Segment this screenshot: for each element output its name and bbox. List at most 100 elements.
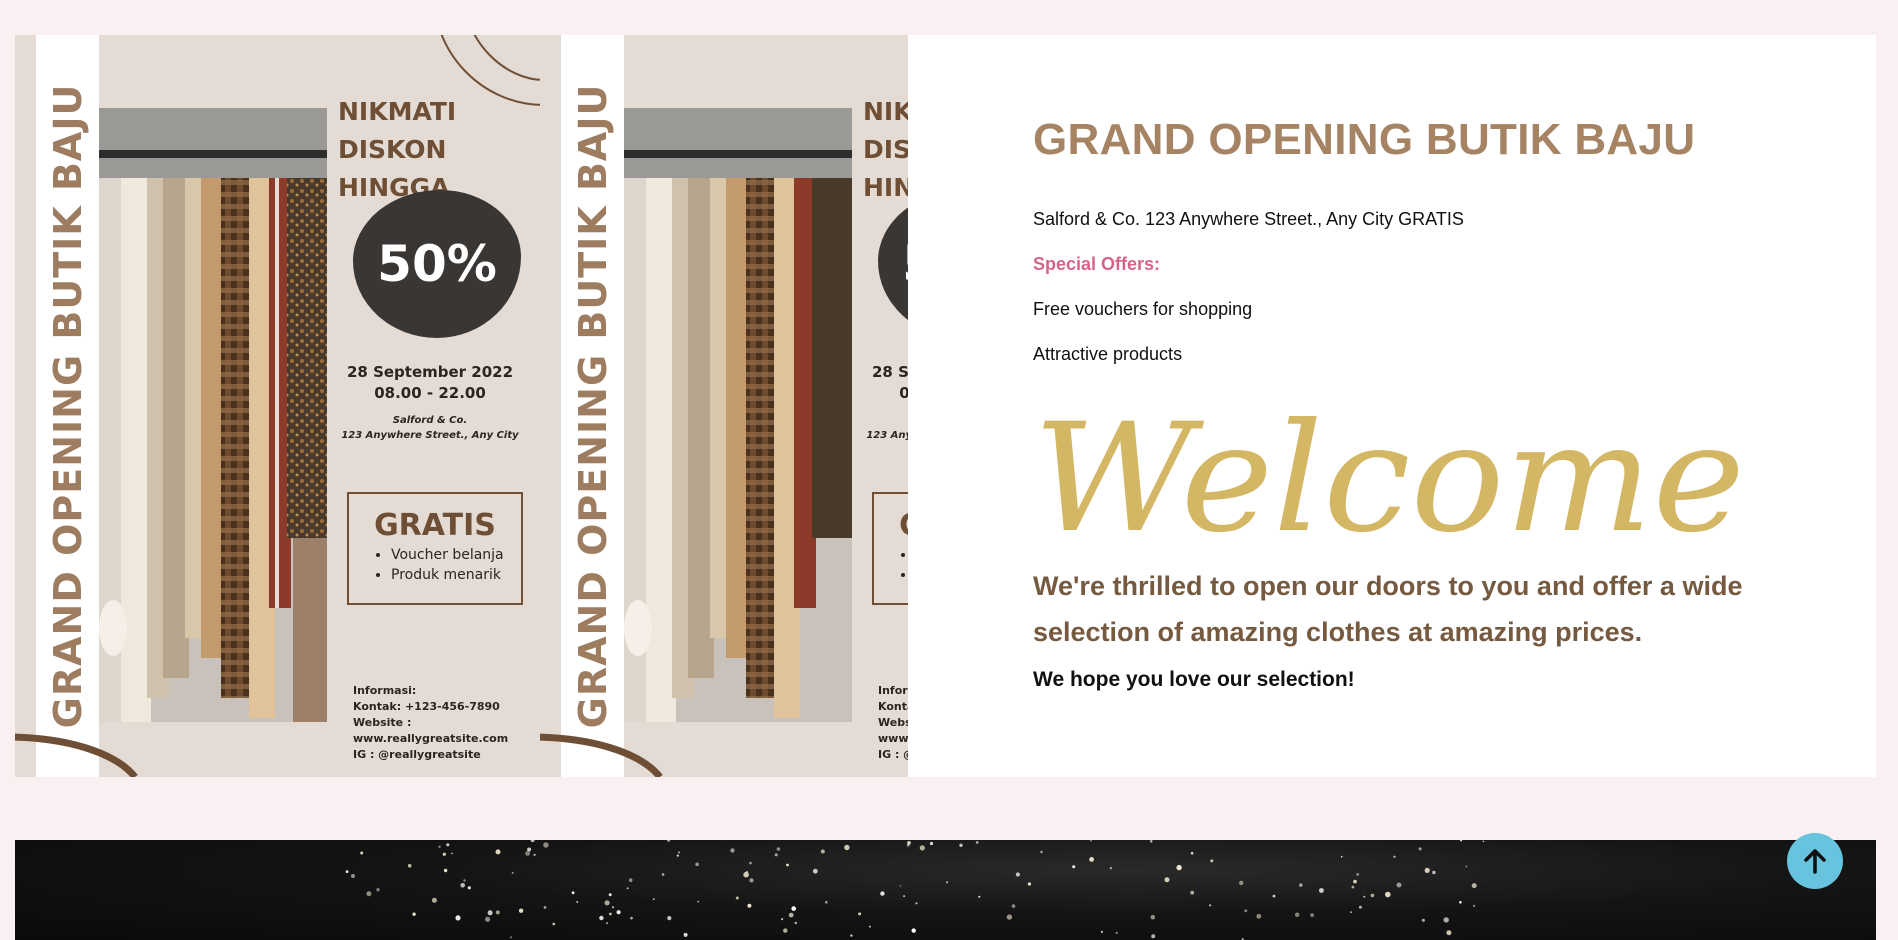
sparkle <box>543 906 547 909</box>
discount-value: 50% <box>377 235 497 293</box>
info-line: IG : @reallygreatsite <box>353 748 481 761</box>
flyer-promo-text: NIKMATI DISKON HINGGA <box>863 93 908 207</box>
clothing-rack-photo <box>624 108 852 722</box>
sparkle <box>683 932 688 937</box>
sparkle <box>1295 912 1300 917</box>
sparkle <box>351 874 355 878</box>
sparkle <box>1150 914 1156 920</box>
flyer-info: Informasi: Kontak: +123-456-7890 Website… <box>878 683 908 763</box>
discount-value: 50% <box>902 235 908 293</box>
info-line: Kontak: +123-456-7890 <box>353 700 500 713</box>
sparkle <box>1370 893 1375 898</box>
discount-badge: 50% <box>878 190 908 338</box>
sparkle <box>697 900 700 903</box>
sparkle <box>666 840 671 842</box>
sparkle <box>661 873 665 876</box>
sparkle <box>791 906 796 911</box>
sparkle <box>820 849 825 854</box>
sparkle <box>446 843 450 847</box>
sparkle <box>868 925 871 928</box>
sparkle <box>1190 851 1194 855</box>
sparkle <box>1350 911 1352 914</box>
sparkle <box>812 868 818 874</box>
sparkle <box>1432 870 1436 875</box>
sparkle <box>1418 847 1422 851</box>
sparkle <box>345 870 349 873</box>
sparkle <box>1465 865 1468 868</box>
sparkle <box>412 912 416 916</box>
sparkle <box>1040 850 1043 854</box>
sparkle <box>783 928 788 933</box>
sparkle <box>1299 883 1303 887</box>
flyer-info: Informasi: Kontak: +123-456-7890 Website… <box>353 683 508 763</box>
event-date: 28 September 2022 <box>871 363 908 381</box>
gratis-title: GRATIS <box>374 508 496 543</box>
info-line: Website : <box>353 716 412 729</box>
promo-line-1: NIKMATI <box>863 97 908 126</box>
special-offers-label: Special Offers: <box>1033 254 1161 274</box>
sparkle <box>525 851 530 856</box>
venue-address: 123 Anywhere Street., Any City <box>341 430 519 441</box>
sparkle <box>616 910 621 915</box>
sparkle <box>929 841 934 846</box>
sparkle <box>1340 855 1343 858</box>
page-title: GRAND OPENING BUTIK BAJU <box>1033 115 1696 164</box>
sparkle <box>543 842 549 848</box>
sparkle <box>844 844 850 851</box>
decorative-curve <box>540 733 663 777</box>
sparkle <box>695 862 699 867</box>
sparkle <box>443 868 448 873</box>
flyer-venue: Salford & Co. 123 Anywhere Street., Any … <box>335 413 525 443</box>
sparkle <box>599 915 604 921</box>
gratis-item: Produk menarik <box>391 565 521 585</box>
decorative-curve <box>15 733 138 777</box>
sparkle <box>451 852 453 855</box>
venue-name: Salford & Co. <box>392 415 468 426</box>
sparkle <box>1209 904 1212 907</box>
flyer-image-strip: GRAND OPENING BUTIK BAJU NIKMATI DISKON … <box>15 35 908 777</box>
sparkle <box>1006 914 1013 920</box>
sparkle <box>1351 885 1355 889</box>
sparkle <box>850 934 853 937</box>
sparkle <box>1421 918 1425 922</box>
sparkle <box>959 843 963 847</box>
sparkle <box>533 853 536 856</box>
flyer-vertical-title: GRAND OPENING BUTIK BAJU <box>571 83 615 729</box>
sparkle <box>495 910 500 915</box>
sparkle <box>1115 931 1118 935</box>
sparkle <box>911 928 916 933</box>
flyer-date-time: 28 September 2022 08.00 - 22.00 <box>335 362 525 404</box>
sparkle <box>1015 872 1021 877</box>
sparkle <box>1363 895 1366 898</box>
sparkle <box>1471 883 1477 889</box>
sparkle <box>611 906 615 909</box>
sparkle <box>678 851 680 854</box>
sparkle <box>463 879 466 882</box>
sparkle <box>438 845 441 848</box>
sparkle <box>1393 855 1396 858</box>
promo-line-2: DISKON HINGGA <box>863 135 908 202</box>
clothing-rack-photo <box>99 108 327 722</box>
info-line: Informasi: <box>353 684 417 697</box>
sparkle <box>774 853 778 857</box>
sparkle <box>667 916 672 921</box>
sparkle <box>978 895 981 898</box>
info-line: Kontak: +123-456-7890 <box>878 700 908 713</box>
sparkle <box>903 895 906 898</box>
sparkle <box>552 922 556 926</box>
sparkle <box>825 900 828 904</box>
back-to-top-button[interactable] <box>1787 833 1843 889</box>
svg-text:Welcome: Welcome <box>1033 392 1745 550</box>
sparkle <box>605 922 609 925</box>
offer-item: Attractive products <box>1033 344 1183 364</box>
sparkle <box>485 916 491 922</box>
info-line: www.reallygreatsite.com <box>878 732 908 745</box>
sparkle <box>527 847 532 852</box>
sparkle <box>376 888 380 892</box>
store-address: Salford & Co. 123 Anywhere Street., Any … <box>1033 209 1464 229</box>
sparkle <box>1027 882 1031 886</box>
sparkle <box>495 849 501 855</box>
sparkle <box>1210 859 1214 863</box>
sparkle <box>1319 888 1324 893</box>
fireworks-banner <box>15 840 1876 940</box>
